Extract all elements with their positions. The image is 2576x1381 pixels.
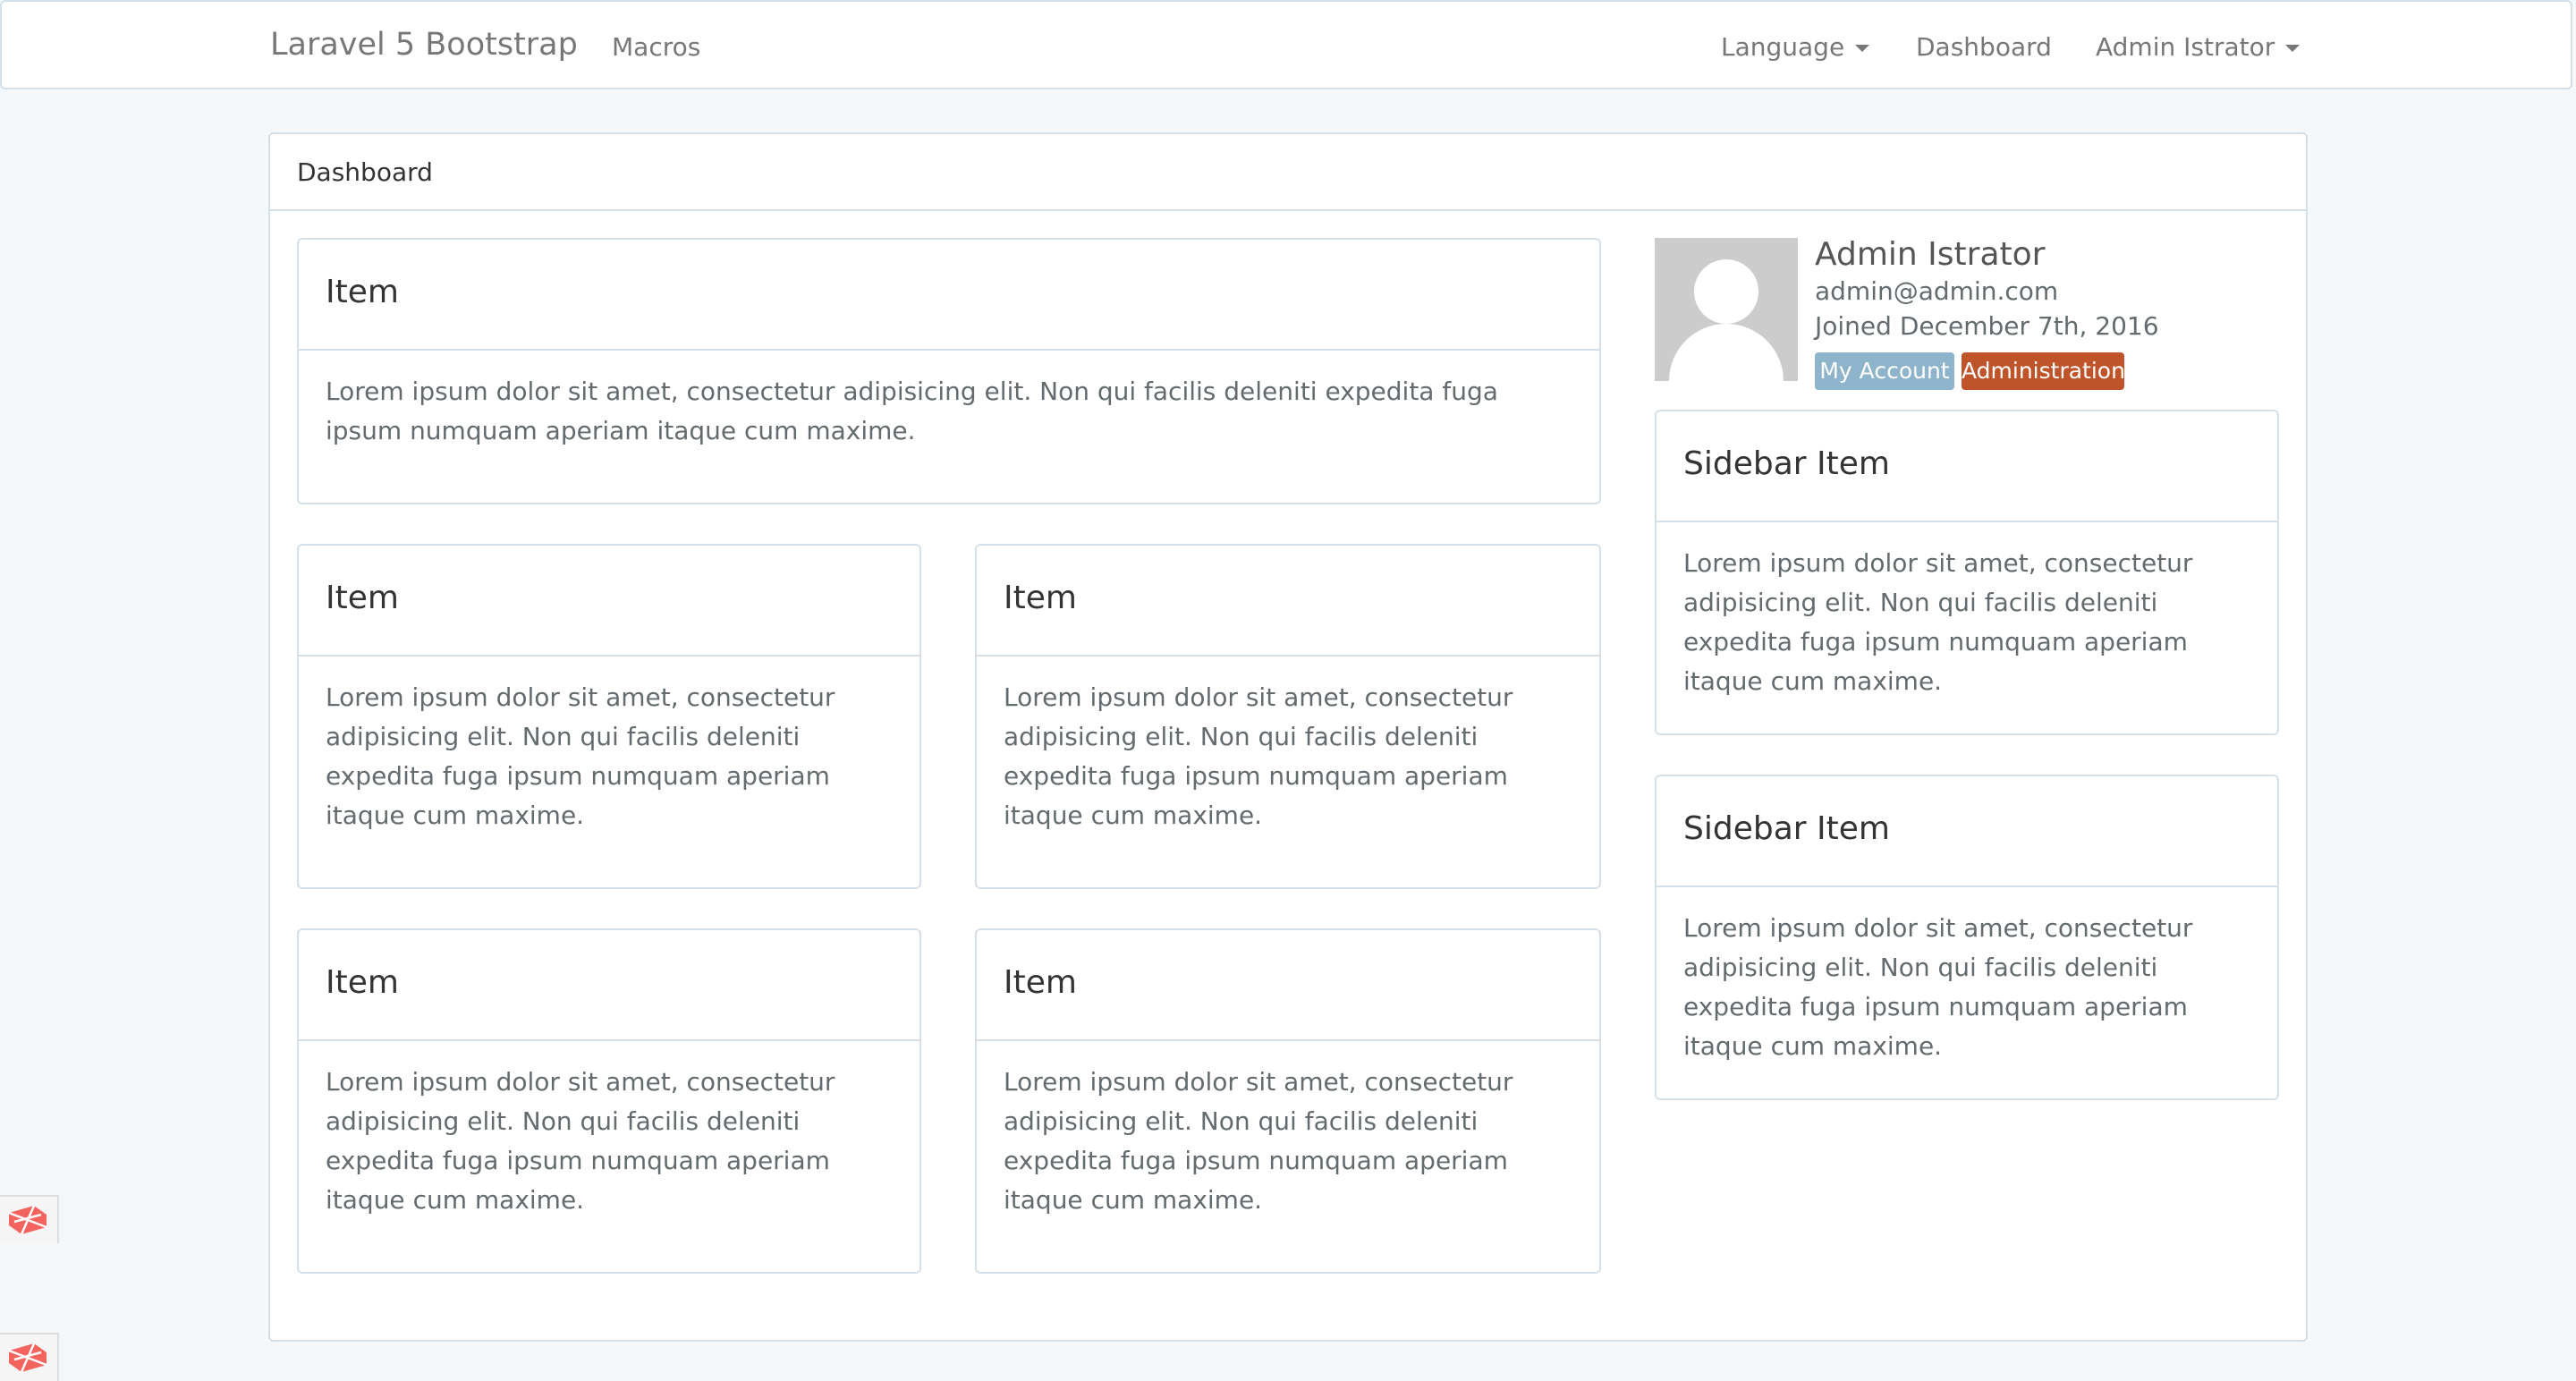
card-body: Lorem ipsum dolor sit amet, consectetur … [1004,1067,1513,1215]
navbar: Laravel 5 Bootstrap Macros Language Dash… [0,0,2572,89]
sidebar-card: Sidebar Item Lorem ipsum dolor sit amet,… [1655,410,2279,735]
profile-email: admin@admin.com [1815,276,2059,306]
profile-name: Admin Istrator [1815,236,2046,273]
card-body: Lorem ipsum dolor sit amet, consectetur … [326,377,1498,445]
panel-heading: Dashboard [270,134,2306,211]
card-title: Item [1004,964,1077,1001]
nav-macros[interactable]: Macros [612,32,700,62]
card-body: Lorem ipsum dolor sit amet, consectetur … [1683,913,2193,1061]
administration-button[interactable]: Administration [1962,352,2125,390]
nav-language-label: Language [1721,32,1845,62]
my-account-button[interactable]: My Account [1815,352,1954,390]
item-card: Item Lorem ipsum dolor sit amet, consect… [975,928,1601,1274]
item-card: Item Lorem ipsum dolor sit amet, consect… [975,544,1601,889]
laravel-logo-icon [8,1205,47,1235]
card-header: Item [977,930,1599,1041]
item-card: Item Lorem ipsum dolor sit amet, consect… [297,238,1601,504]
card-body: Lorem ipsum dolor sit amet, consectetur … [1004,682,1513,830]
card-title: Item [326,274,399,310]
profile-joined-date: Joined December 7th, 2016 [1815,311,2159,341]
card-title: Item [1004,580,1077,616]
card-header: Sidebar Item [1657,411,2277,522]
card-title: Item [326,580,399,616]
item-card: Item Lorem ipsum dolor sit amet, consect… [297,928,921,1274]
card-title: Sidebar Item [1683,810,1890,847]
user-avatar-icon [1655,238,1798,381]
nav-user-label: Admin Istrator [2096,32,2275,62]
card-title: Sidebar Item [1683,445,1890,482]
card-body: Lorem ipsum dolor sit amet, consectetur … [326,682,835,830]
card-body: Lorem ipsum dolor sit amet, consectetur … [1683,548,2193,696]
item-card: Item Lorem ipsum dolor sit amet, consect… [297,544,921,889]
card-header: Item [299,930,919,1041]
brand-link[interactable]: Laravel 5 Bootstrap [270,27,578,63]
laravel-logo-icon [8,1343,47,1373]
card-header: Item [299,546,919,657]
card-header: Item [299,240,1599,351]
nav-dashboard[interactable]: Dashboard [1916,32,2052,62]
card-title: Item [326,964,399,1001]
card-body: Lorem ipsum dolor sit amet, consectetur … [326,1067,835,1215]
card-header: Sidebar Item [1657,776,2277,887]
caret-down-icon [1855,45,1870,52]
caret-down-icon [2285,45,2301,52]
debugbar-toggle[interactable] [0,1195,59,1243]
panel-title: Dashboard [297,157,433,187]
sidebar-card: Sidebar Item Lorem ipsum dolor sit amet,… [1655,775,2279,1100]
nav-user-dropdown[interactable]: Admin Istrator [2096,32,2301,62]
debugbar-toggle[interactable] [0,1333,59,1381]
nav-language-dropdown[interactable]: Language [1721,32,1870,62]
card-header: Item [977,546,1599,657]
